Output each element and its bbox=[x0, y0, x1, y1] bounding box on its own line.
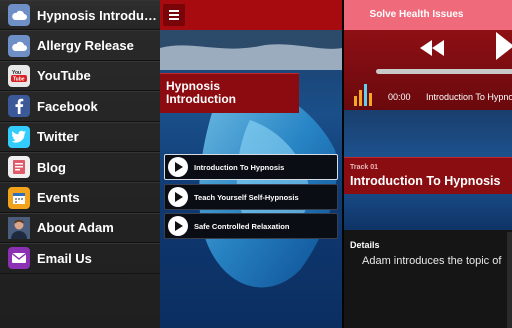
track-title: Introduction To Hypnosis bbox=[350, 174, 501, 188]
menu-item-twitter[interactable]: Twitter bbox=[0, 121, 160, 152]
track-item-safe-controlled-relaxation[interactable]: Safe Controlled Relaxation bbox=[164, 213, 338, 239]
seek-bar[interactable] bbox=[376, 69, 512, 74]
rewind-icon[interactable] bbox=[420, 40, 444, 56]
now-playing-title: Introduction To Hypnosis bbox=[426, 92, 512, 102]
play-icon[interactable] bbox=[168, 216, 188, 236]
solve-health-issues-button[interactable]: Solve Health Issues bbox=[344, 0, 512, 30]
menu-item-about-adam[interactable]: About Adam bbox=[0, 212, 160, 244]
facebook-icon bbox=[8, 95, 30, 118]
cloud-icon bbox=[8, 4, 30, 27]
menu-item-facebook[interactable]: Facebook bbox=[0, 91, 160, 122]
details-heading: Details bbox=[350, 240, 380, 250]
menu-item-events[interactable]: Events bbox=[0, 182, 160, 213]
player-panel: Solve Health Issues 00:00 Introduction T… bbox=[342, 0, 512, 328]
twitter-icon bbox=[8, 125, 30, 148]
track-item-introduction-to-hypnosis[interactable]: Introduction To Hypnosis bbox=[164, 154, 338, 180]
menu-item-label: Email Us bbox=[37, 250, 92, 266]
play-icon[interactable] bbox=[168, 187, 188, 207]
menu-item-allergy-release[interactable]: Allergy Release bbox=[0, 30, 160, 61]
menu-item-hypnosis-introduction[interactable]: Hypnosis Introduct... bbox=[0, 0, 160, 31]
menu-item-youtube[interactable]: You Tube YouTube bbox=[0, 60, 160, 92]
track-item-teach-yourself-self-hypnosis[interactable]: Teach Yourself Self-Hypnosis bbox=[164, 184, 338, 210]
menu-item-label: About Adam bbox=[37, 220, 114, 236]
play-icon[interactable] bbox=[494, 32, 512, 60]
track-name: Safe Controlled Relaxation bbox=[194, 221, 290, 231]
track-name: Teach Yourself Self-Hypnosis bbox=[194, 192, 299, 202]
play-icon[interactable] bbox=[168, 157, 188, 177]
svg-text:Tube: Tube bbox=[13, 76, 25, 82]
email-icon bbox=[8, 247, 30, 270]
menu-item-label: Allergy Release bbox=[37, 38, 134, 54]
hamburger-icon[interactable] bbox=[163, 4, 185, 26]
menu-item-label: Blog bbox=[37, 159, 66, 175]
scrollbar[interactable] bbox=[507, 232, 512, 328]
menu-item-email-us[interactable]: Email Us bbox=[0, 243, 160, 274]
menu-item-label: Facebook bbox=[37, 98, 98, 114]
track-number: Track 01 bbox=[350, 164, 379, 171]
side-menu: Hypnosis Introduct... Allergy Release Yo… bbox=[0, 0, 160, 328]
menu-item-blog[interactable]: Blog bbox=[0, 151, 160, 183]
details-text: Adam introduces the topic of bbox=[362, 255, 502, 267]
cloud-icon bbox=[8, 34, 30, 57]
playlist-title: Hypnosis Introduction bbox=[160, 73, 299, 113]
svg-text:You: You bbox=[12, 70, 21, 76]
track-name: Introduction To Hypnosis bbox=[194, 162, 285, 172]
playlist-panel: Hypnosis Introduction Introduction To Hy… bbox=[160, 0, 342, 328]
menu-item-label: Twitter bbox=[37, 129, 79, 145]
equalizer-icon bbox=[354, 84, 372, 106]
youtube-icon: You Tube bbox=[8, 64, 30, 87]
blog-icon bbox=[8, 156, 30, 179]
menu-item-label: YouTube bbox=[37, 68, 91, 84]
elapsed-time: 00:00 bbox=[388, 92, 411, 102]
menu-item-label: Hypnosis Introduct... bbox=[37, 7, 159, 23]
avatar-icon bbox=[8, 216, 30, 239]
calendar-icon bbox=[8, 186, 30, 209]
top-bar bbox=[160, 0, 342, 30]
menu-item-label: Events bbox=[37, 190, 80, 206]
